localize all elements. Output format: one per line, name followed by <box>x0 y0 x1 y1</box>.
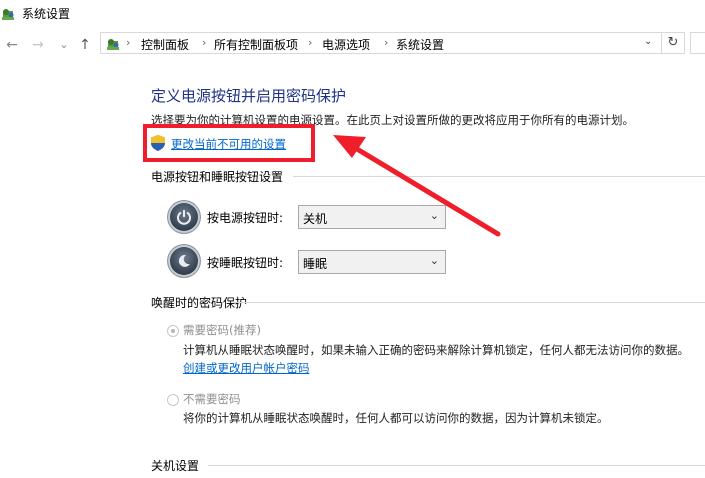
breadcrumb-separator-icon: › <box>384 36 389 49</box>
content-pane: 定义电源按钮并启用密码保护 选择要为你的计算机设置的电源设置。在此页上对设置所做… <box>0 60 705 478</box>
title-bar: 系统设置 <box>0 0 705 30</box>
address-dropdown-icon[interactable]: ⌄ <box>644 36 652 47</box>
breadcrumb-item-all-items[interactable]: 所有控制面板项 <box>214 36 298 53</box>
breadcrumb-item-system-settings[interactable]: 系统设置 <box>396 36 444 53</box>
breadcrumb-item-power-options[interactable]: 电源选项 <box>322 36 370 53</box>
control-panel-icon <box>2 9 14 20</box>
refresh-icon[interactable]: ↻ <box>661 33 684 53</box>
breadcrumb-separator-icon: › <box>308 36 313 49</box>
up-arrow-icon[interactable]: ↑ <box>77 37 93 53</box>
breadcrumb-separator-icon: › <box>126 36 131 49</box>
breadcrumb-separator-icon: › <box>202 36 207 49</box>
search-input[interactable] <box>690 32 705 54</box>
address-bar[interactable]: › 控制面板 › 所有控制面板项 › 电源选项 › 系统设置 ⌄ ↻ <box>100 32 685 54</box>
breadcrumb-item-control-panel[interactable]: 控制面板 <box>141 36 189 53</box>
control-panel-icon <box>107 39 119 50</box>
window-title: 系统设置 <box>22 7 71 21</box>
back-arrow-icon[interactable]: ← <box>4 37 20 53</box>
recent-locations-icon[interactable]: ⌄ <box>56 37 72 53</box>
forward-arrow-icon[interactable]: → <box>30 37 46 53</box>
annotation-arrow-icon <box>333 135 501 237</box>
